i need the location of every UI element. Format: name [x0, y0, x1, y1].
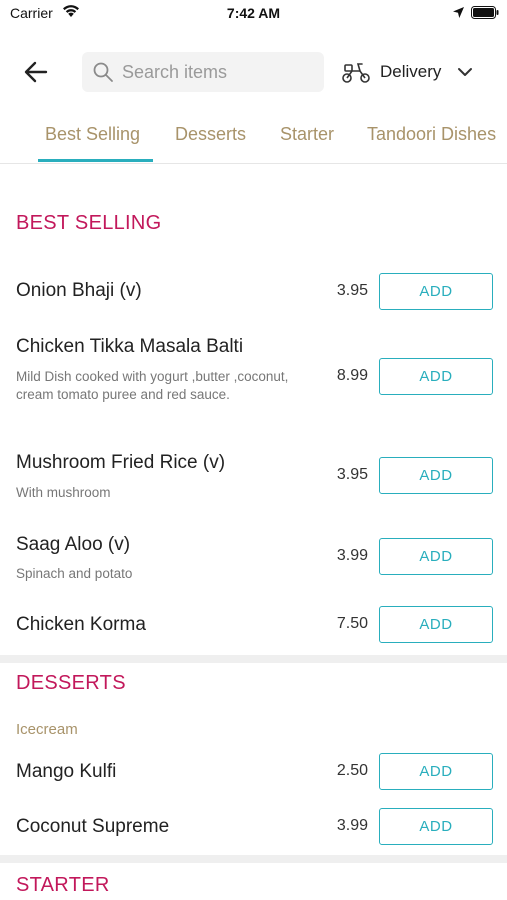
add-button[interactable]: ADD — [379, 808, 493, 845]
section-divider — [0, 855, 507, 863]
status-time: 7:42 AM — [226, 5, 281, 21]
item-price: 3.95 — [336, 466, 368, 483]
status-bar: Carrier 7:42 AM — [0, 0, 507, 30]
search-icon — [93, 62, 113, 82]
location-icon — [453, 7, 464, 18]
item-name: Coconut Supreme — [16, 816, 170, 837]
item-name: Chicken Korma — [16, 614, 146, 635]
item-description: Mild Dish cooked with yogurt ,butter ,co… — [16, 369, 289, 402]
item-name: Chicken Tikka Masala Balti — [16, 336, 244, 357]
item-price: 3.95 — [336, 282, 368, 299]
top-bar: Delivery — [0, 48, 507, 96]
battery-icon — [471, 6, 499, 19]
item-description: With mushroom — [16, 485, 111, 500]
item-description: Spinach and potato — [16, 566, 133, 581]
item-name: Mango Kulfi — [16, 761, 117, 782]
section-title-starter: STARTER — [16, 874, 110, 896]
section-title-desserts: DESSERTS — [16, 672, 126, 694]
active-tab-indicator — [38, 159, 153, 162]
add-button[interactable]: ADD — [379, 753, 493, 790]
item-price: 3.99 — [336, 817, 368, 834]
item-price: 3.99 — [336, 547, 368, 564]
chevron-down-icon — [458, 68, 473, 76]
add-button[interactable]: ADD — [379, 358, 493, 395]
delivery-label: Delivery — [380, 62, 442, 81]
back-button[interactable] — [20, 56, 52, 88]
scooter-icon — [342, 63, 370, 83]
search-box[interactable] — [82, 52, 324, 92]
add-button[interactable]: ADD — [379, 538, 493, 575]
delivery-selector[interactable]: Delivery — [341, 54, 491, 90]
item-name: Saag Aloo (v) — [16, 534, 131, 555]
section-divider — [0, 655, 507, 663]
item-name: Mushroom Fried Rice (v) — [16, 452, 226, 473]
tab-starter[interactable]: Starter — [280, 124, 334, 145]
add-button[interactable]: ADD — [379, 457, 493, 494]
item-price: 7.50 — [336, 615, 368, 632]
section-title-best-selling: BEST SELLING — [16, 212, 162, 234]
item-price: 8.99 — [336, 367, 368, 384]
item-price: 2.50 — [336, 762, 368, 779]
back-arrow-icon — [24, 61, 48, 83]
add-button[interactable]: ADD — [379, 606, 493, 643]
category-tabs: Best Selling Desserts Starter Tandoori D… — [0, 112, 507, 164]
subcategory-label: Icecream — [16, 721, 78, 738]
add-button[interactable]: ADD — [379, 273, 493, 310]
tab-tandoori-dishes[interactable]: Tandoori Dishes — [367, 124, 496, 145]
tab-desserts[interactable]: Desserts — [175, 124, 246, 145]
tab-best-selling[interactable]: Best Selling — [45, 124, 140, 145]
search-input[interactable] — [122, 61, 312, 83]
item-name: Onion Bhaji (v) — [16, 280, 142, 301]
